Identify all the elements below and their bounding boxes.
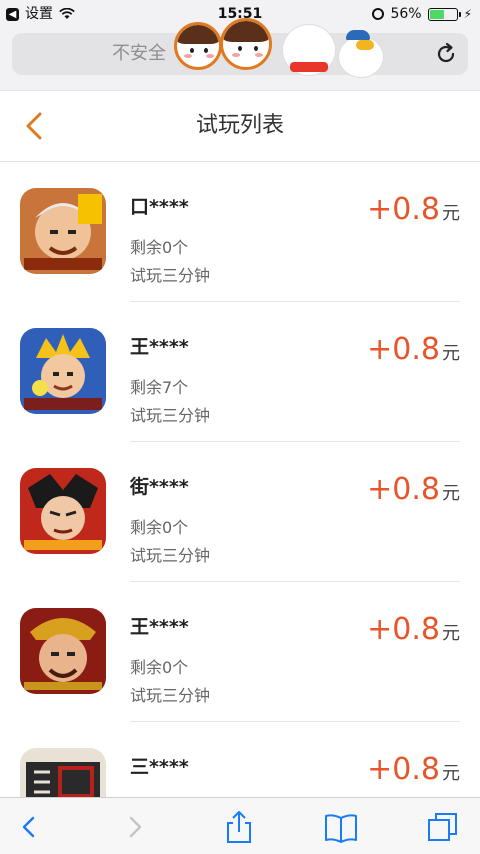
page-header: 试玩列表	[0, 90, 480, 162]
reward-unit: 元	[442, 203, 460, 224]
browser-toolbar	[0, 797, 480, 854]
item-name: 三****	[130, 756, 189, 778]
share-icon[interactable]	[222, 810, 256, 844]
page-title: 试玩列表	[195, 113, 284, 138]
item-reward: +0.8 元	[367, 612, 460, 647]
reward-amount: +0.8	[367, 472, 440, 507]
tabs-icon[interactable]	[426, 810, 460, 844]
game-icon	[20, 328, 106, 414]
item-remaining: 剩余0个	[130, 658, 189, 677]
forward-arrow-icon[interactable]	[118, 810, 152, 844]
game-icon	[20, 608, 106, 694]
back-arrow-icon[interactable]	[12, 810, 46, 844]
page: ◀ 设置 15:51 56% ⚡ 不安全 .t	[0, 0, 480, 854]
item-description: 试玩三分钟	[130, 406, 211, 425]
bookmarks-icon[interactable]	[324, 810, 358, 844]
item-name: 街****	[130, 476, 189, 498]
item-reward: +0.8 元	[367, 752, 460, 787]
item-name: 口****	[130, 196, 189, 218]
reward-unit: 元	[442, 763, 460, 784]
item-remaining: 剩余0个	[130, 238, 189, 257]
item-name: 王****	[130, 616, 189, 638]
battery-fill	[429, 9, 445, 19]
item-description: 试玩三分钟	[130, 686, 211, 705]
reward-unit: 元	[442, 343, 460, 364]
reward-unit: 元	[442, 483, 460, 504]
reward-unit: 元	[442, 623, 460, 644]
list-item[interactable]: 街**** 剩余0个 试玩三分钟 +0.8 元	[0, 442, 480, 582]
security-label: 不安全	[112, 43, 166, 64]
battery-percent: 56%	[390, 6, 422, 22]
reward-amount: +0.8	[367, 612, 440, 647]
boy-face-sticker	[220, 18, 272, 70]
duck-hat-detail	[346, 30, 370, 40]
reward-amount: +0.8	[367, 332, 440, 367]
scarf-sticker-detail	[290, 62, 328, 72]
item-reward: +0.8 元	[367, 472, 460, 507]
reward-amount: +0.8	[367, 752, 440, 787]
item-description: 试玩三分钟	[130, 546, 211, 565]
reward-amount: +0.8	[367, 192, 440, 227]
list-item[interactable]: 王**** 剩余7个 试玩三分钟 +0.8 元	[0, 302, 480, 442]
item-reward: +0.8 元	[367, 192, 460, 227]
duck-beak-detail	[356, 40, 374, 50]
item-name: 王****	[130, 336, 189, 358]
charging-bolt-icon: ⚡	[463, 7, 472, 21]
status-right: 56% ⚡	[372, 0, 472, 28]
item-remaining: 剩余0个	[130, 518, 189, 537]
item-reward: +0.8 元	[367, 332, 460, 367]
rotation-lock-icon	[372, 8, 385, 20]
game-icon	[20, 468, 106, 554]
girl-face-sticker	[174, 22, 222, 70]
trial-list: 口**** 剩余0个 试玩三分钟 +0.8 元 王**** 剩余7个 试玩三分钟…	[0, 162, 480, 854]
list-item[interactable]: 口**** 剩余0个 试玩三分钟 +0.8 元	[0, 162, 480, 302]
list-item[interactable]: 王**** 剩余0个 试玩三分钟 +0.8 元	[0, 582, 480, 722]
item-description: 试玩三分钟	[130, 266, 211, 285]
battery-icon	[427, 7, 461, 21]
game-icon	[20, 188, 106, 274]
item-remaining: 剩余7个	[130, 378, 189, 397]
reload-icon[interactable]	[434, 42, 458, 66]
